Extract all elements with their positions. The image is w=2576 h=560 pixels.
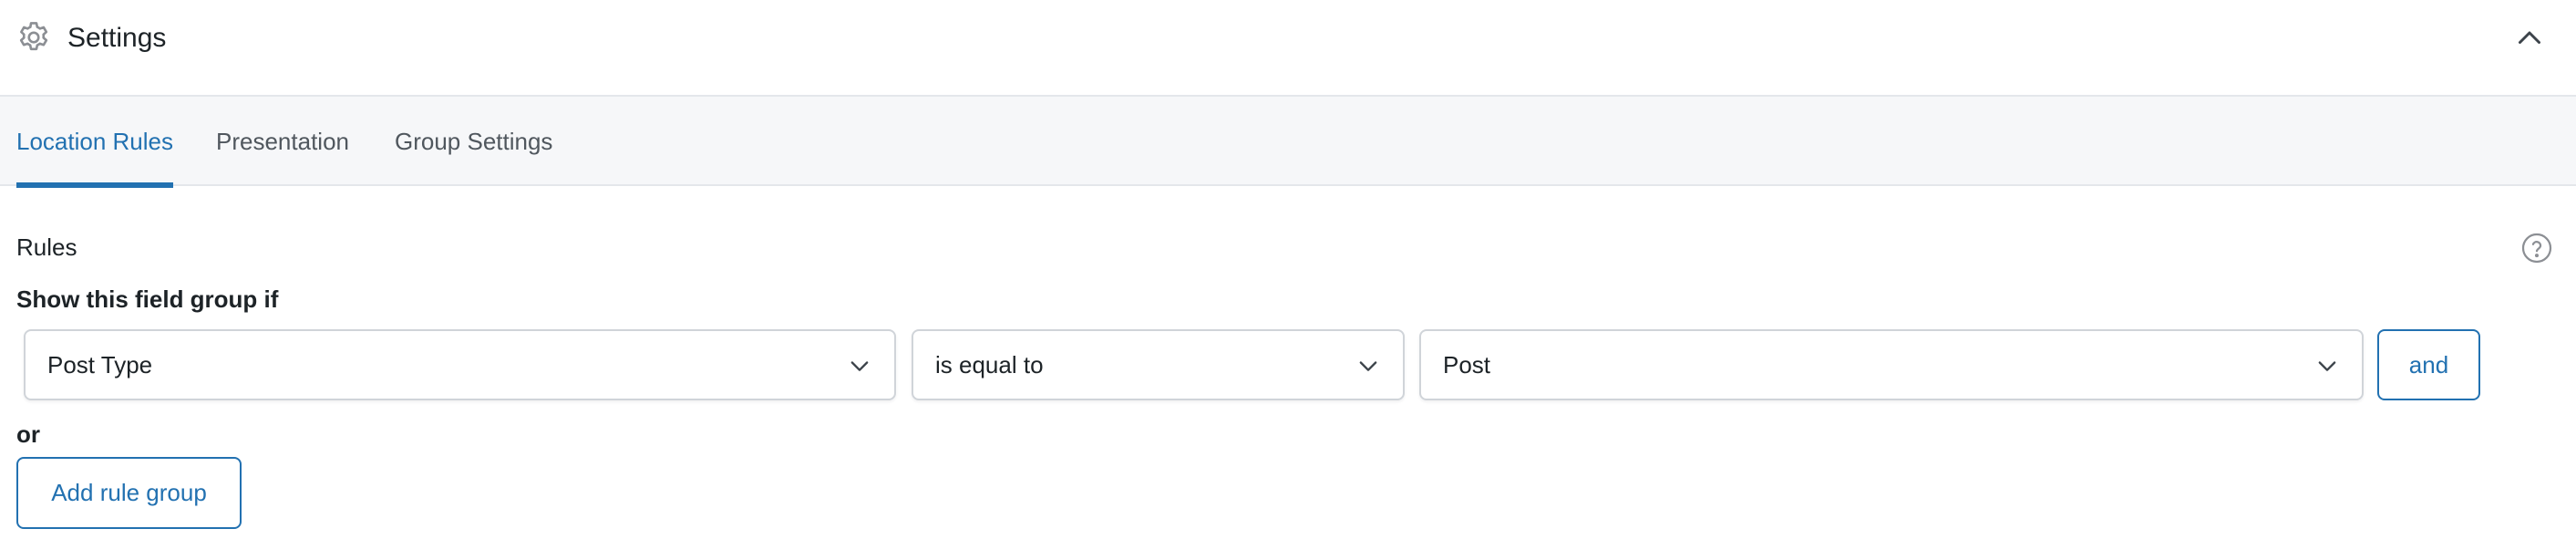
chevron-down-icon <box>847 353 872 379</box>
rule-operator-select[interactable]: is equal to <box>912 329 1405 400</box>
tab-location-rules[interactable]: Location Rules <box>16 97 173 188</box>
settings-panel-header[interactable]: Settings <box>0 0 2576 97</box>
chevron-down-icon <box>2314 353 2340 379</box>
tab-group-settings[interactable]: Group Settings <box>395 97 552 186</box>
rule-value-select[interactable]: Post <box>1419 329 2364 400</box>
rule-value-value: Post <box>1443 351 1491 379</box>
help-icon[interactable] <box>2520 232 2553 264</box>
or-label: or <box>16 420 40 448</box>
rule-param-value: Post Type <box>47 351 153 379</box>
show-field-group-if-label: Show this field group if <box>16 285 279 313</box>
rules-heading: Rules <box>16 233 77 261</box>
rule-operator-value: is equal to <box>935 351 1044 379</box>
rule-param-select[interactable]: Post Type <box>24 329 896 400</box>
tab-presentation[interactable]: Presentation <box>216 97 349 186</box>
add-rule-group-button[interactable]: Add rule group <box>16 457 242 529</box>
gear-icon <box>15 18 53 57</box>
chevron-up-icon <box>2519 31 2540 44</box>
settings-tabs: Location Rules Presentation Group Settin… <box>0 97 2576 188</box>
chevron-down-icon <box>1355 353 1381 379</box>
add-and-rule-button[interactable]: and <box>2377 329 2480 400</box>
panel-title: Settings <box>67 23 167 53</box>
collapse-toggle-button[interactable] <box>2511 22 2548 55</box>
